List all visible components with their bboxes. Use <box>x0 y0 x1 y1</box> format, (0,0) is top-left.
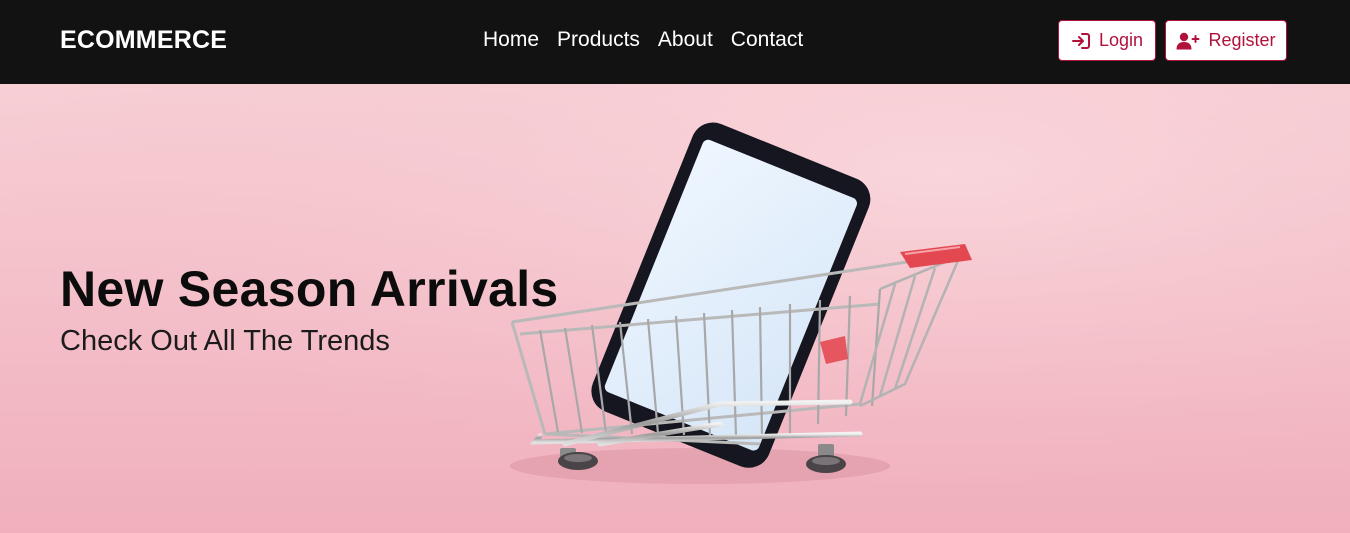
nav-about[interactable]: About <box>658 28 713 52</box>
nav-products[interactable]: Products <box>557 28 640 52</box>
navbar: ECOMMERCE Home Products About Contact Lo… <box>0 0 1350 84</box>
hero-subtitle: Check Out All The Trends <box>60 325 390 357</box>
nav-home[interactable]: Home <box>483 28 539 52</box>
brand-logo[interactable]: ECOMMERCE <box>60 26 227 55</box>
hero-title: New Season Arrivals <box>60 261 559 317</box>
login-label: Login <box>1098 30 1144 50</box>
login-button[interactable]: Login <box>1058 20 1156 61</box>
register-button[interactable]: Register <box>1165 20 1287 61</box>
sign-in-icon <box>1071 32 1091 50</box>
user-plus-icon <box>1176 32 1200 50</box>
hero-banner: New Season Arrivals Check Out All The Tr… <box>0 84 1350 533</box>
nav-contact[interactable]: Contact <box>731 28 803 52</box>
nav-links: Home Products About Contact <box>483 28 803 52</box>
register-label: Register <box>1208 30 1276 50</box>
